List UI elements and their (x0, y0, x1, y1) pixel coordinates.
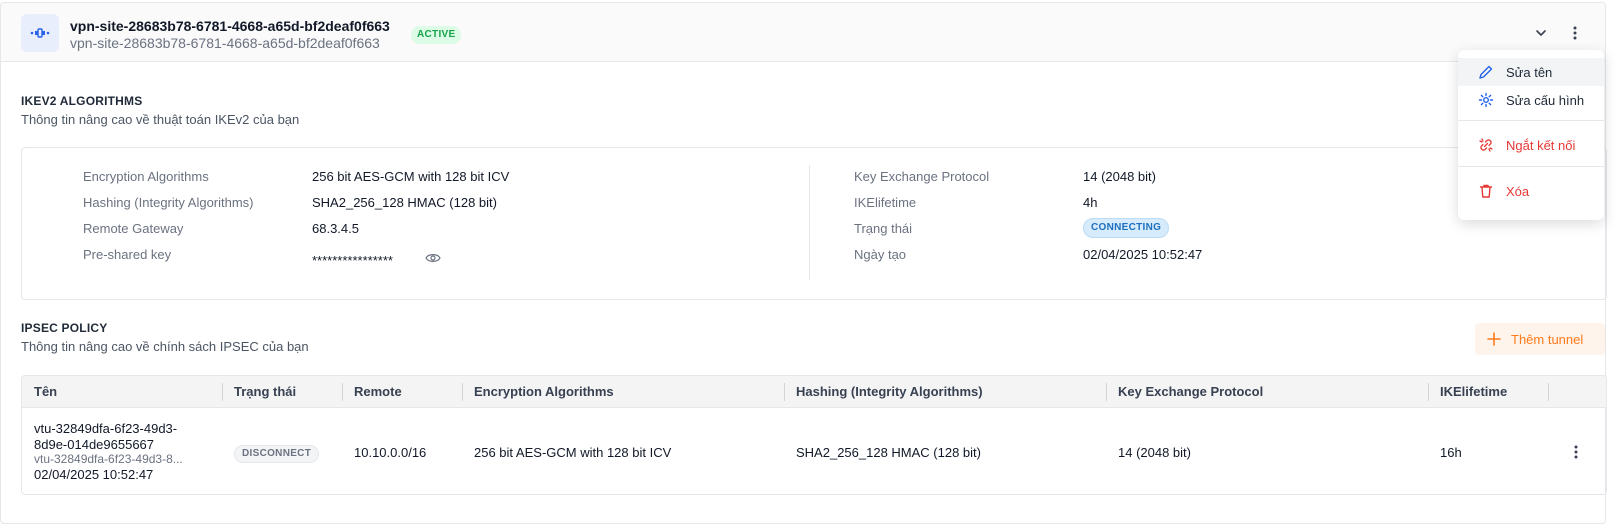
tunnel-key-exchange: 14 (2048 bit) (1118, 445, 1191, 460)
kv-label: Trạng thái (854, 221, 913, 236)
ikev2-section-description: Thông tin nâng cao về thuật toán IKEv2 c… (21, 112, 300, 127)
column-divider (809, 165, 810, 280)
vpn-site-header[interactable]: vpn-site-28683b78-6781-4668-a65d-bf2deaf… (1, 3, 1605, 62)
menu-item-delete[interactable]: Xóa (1458, 177, 1604, 205)
vpn-site-card: vpn-site-28683b78-6781-4668-a65d-bf2deaf… (0, 2, 1607, 524)
disconnect-status-badge: DISCONNECT (234, 445, 320, 463)
plus-icon (1487, 332, 1501, 346)
column-separator (1548, 383, 1549, 401)
menu-divider (1458, 120, 1604, 121)
column-header-status[interactable]: Trạng thái (222, 376, 296, 408)
column-header-encryption[interactable]: Encryption Algorithms (462, 376, 614, 408)
column-header-ike-lifetime[interactable]: IKElifetime (1428, 376, 1507, 408)
column-header-name[interactable]: Tên (22, 376, 57, 408)
ikev2-section-title: IKEV2 ALGORITHMS (21, 94, 143, 108)
tunnel-created-date: 02/04/2025 10:52:47 (34, 467, 154, 482)
column-header-remote[interactable]: Remote (342, 376, 402, 408)
ipsec-policy-table: Tên Trạng thái Remote Encryption Algorit… (21, 375, 1607, 495)
actions-dropdown-menu: Sửa tên Sửa cấu hình Ngắt kết nối Xóa (1458, 50, 1604, 220)
menu-item-rename[interactable]: Sửa tên (1458, 58, 1604, 86)
menu-item-label: Xóa (1506, 183, 1530, 199)
tunnel-name-subtitle: vtu-32849dfa-6f23-49d3-8... (34, 452, 183, 466)
kv-label: Key Exchange Protocol (854, 169, 990, 184)
kv-label: Remote Gateway (83, 221, 184, 236)
kv-value: 4h (1083, 195, 1098, 210)
ipsec-section-title: IPSEC POLICY (21, 321, 108, 335)
kv-value: 256 bit AES-GCM with 128 bit ICV (312, 169, 510, 184)
kv-value: 14 (2048 bit) (1083, 169, 1156, 184)
kv-value: CONNECTING (1083, 218, 1170, 238)
kv-value: 68.3.4.5 (312, 221, 359, 236)
kv-label: Encryption Algorithms (83, 169, 209, 184)
settings-icon (1478, 92, 1494, 108)
menu-item-edit-config[interactable]: Sửa cấu hình (1458, 86, 1604, 114)
kv-label: Pre-shared key (83, 247, 172, 262)
pencil-icon (1479, 65, 1493, 79)
kv-value: SHA2_256_128 HMAC (128 bit) (312, 195, 497, 210)
ikev2-details-panel: Encryption Algorithms 256 bit AES-GCM wi… (21, 147, 1607, 300)
tunnel-hashing: SHA2_256_128 HMAC (128 bit) (796, 445, 981, 460)
add-tunnel-label: Thêm tunnel (1511, 331, 1584, 347)
menu-item-label: Ngắt kết nối (1506, 137, 1576, 153)
kv-label: Hashing (Integrity Algorithms) (83, 195, 254, 210)
menu-item-label: Sửa tên (1506, 64, 1553, 80)
column-header-hashing[interactable]: Hashing (Integrity Algorithms) (784, 376, 983, 408)
tunnel-ike-lifetime: 16h (1440, 445, 1462, 460)
add-tunnel-button[interactable]: Thêm tunnel (1475, 323, 1605, 355)
tunnel-encryption: 256 bit AES-GCM with 128 bit ICV (474, 445, 672, 460)
tunnel-status-cell: DISCONNECT (234, 444, 320, 463)
kv-value: 02/04/2025 10:52:47 (1083, 247, 1203, 262)
column-header-key-exchange[interactable]: Key Exchange Protocol (1106, 376, 1263, 408)
vpn-site-subtitle: vpn-site-28683b78-6781-4668-a65d-bf2deaf… (70, 35, 380, 51)
tunnel-remote: 10.10.0.0/16 (354, 445, 427, 460)
trash-icon (1479, 184, 1493, 198)
vpn-site-icon (21, 14, 59, 52)
unlink-icon (1479, 138, 1493, 152)
ipsec-section-description: Thông tin nâng cao về chính sách IPSEC c… (21, 339, 309, 354)
tunnel-name-line1: vtu-32849dfa-6f23-49d3- (34, 421, 178, 436)
connecting-status-badge: CONNECTING (1083, 218, 1170, 238)
tunnel-name-line2: 8d9e-014de9655667 (34, 437, 155, 452)
status-badge: ACTIVE (411, 26, 462, 44)
chevron-down-icon[interactable] (1531, 23, 1551, 43)
table-header: Tên Trạng thái Remote Encryption Algorit… (22, 376, 1606, 408)
kv-label: Ngày tạo (854, 247, 907, 262)
menu-divider (1458, 166, 1604, 167)
menu-item-disconnect[interactable]: Ngắt kết nối (1458, 131, 1604, 159)
vpn-site-title: vpn-site-28683b78-6781-4668-a65d-bf2deaf… (70, 18, 390, 34)
more-vertical-icon[interactable] (1565, 23, 1585, 43)
more-vertical-icon[interactable] (1572, 444, 1580, 463)
pre-shared-key-masked: **************** (312, 253, 393, 268)
menu-item-label: Sửa cấu hình (1506, 92, 1585, 108)
eye-icon[interactable] (425, 252, 441, 267)
kv-label: IKElifetime (854, 195, 917, 210)
